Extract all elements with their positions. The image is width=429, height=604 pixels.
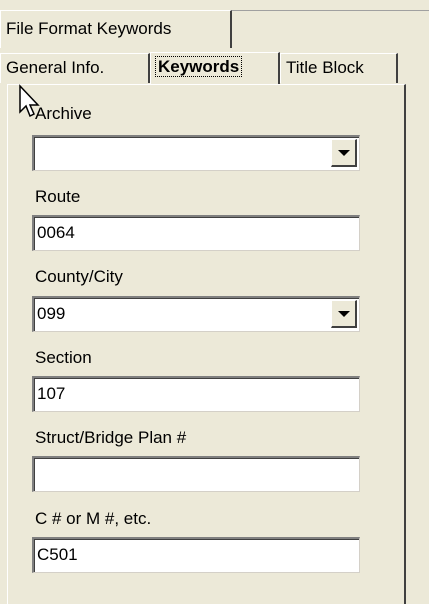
c-m-input[interactable]: C501 [32,537,360,573]
tab-keywords[interactable]: Keywords [150,52,280,84]
mouse-pointer-icon [19,84,40,118]
tab-label: Keywords [154,56,243,77]
section-label: Section [35,348,92,367]
county-city-dropdown-button[interactable] [331,300,357,328]
route-input[interactable]: 0064 [32,215,360,251]
archive-combobox[interactable] [32,135,360,171]
tab-label: Title Block [286,58,364,77]
tab-general-info[interactable]: General Info. [0,53,150,83]
tab-file-format-keywords[interactable]: File Format Keywords [0,10,232,48]
archive-dropdown-button[interactable] [331,139,357,167]
archive-label: Archive [35,104,92,123]
county-city-label: County/City [35,267,123,286]
section-input[interactable]: 107 [32,376,360,412]
struct-bridge-label: Struct/Bridge Plan # [35,428,187,447]
tab-title-block[interactable]: Title Block [280,53,398,83]
c-m-label: C # or M #, etc. [35,509,152,528]
tab-label: General Info. [6,58,105,77]
struct-bridge-input[interactable] [32,456,360,492]
dropdown-arrow-icon [337,310,350,317]
dropdown-arrow-icon [337,149,350,156]
county-city-combobox[interactable]: 099 [32,296,360,332]
tab-label: File Format Keywords [6,19,172,38]
county-city-value: 099 [37,304,66,323]
route-label: Route [35,187,81,206]
